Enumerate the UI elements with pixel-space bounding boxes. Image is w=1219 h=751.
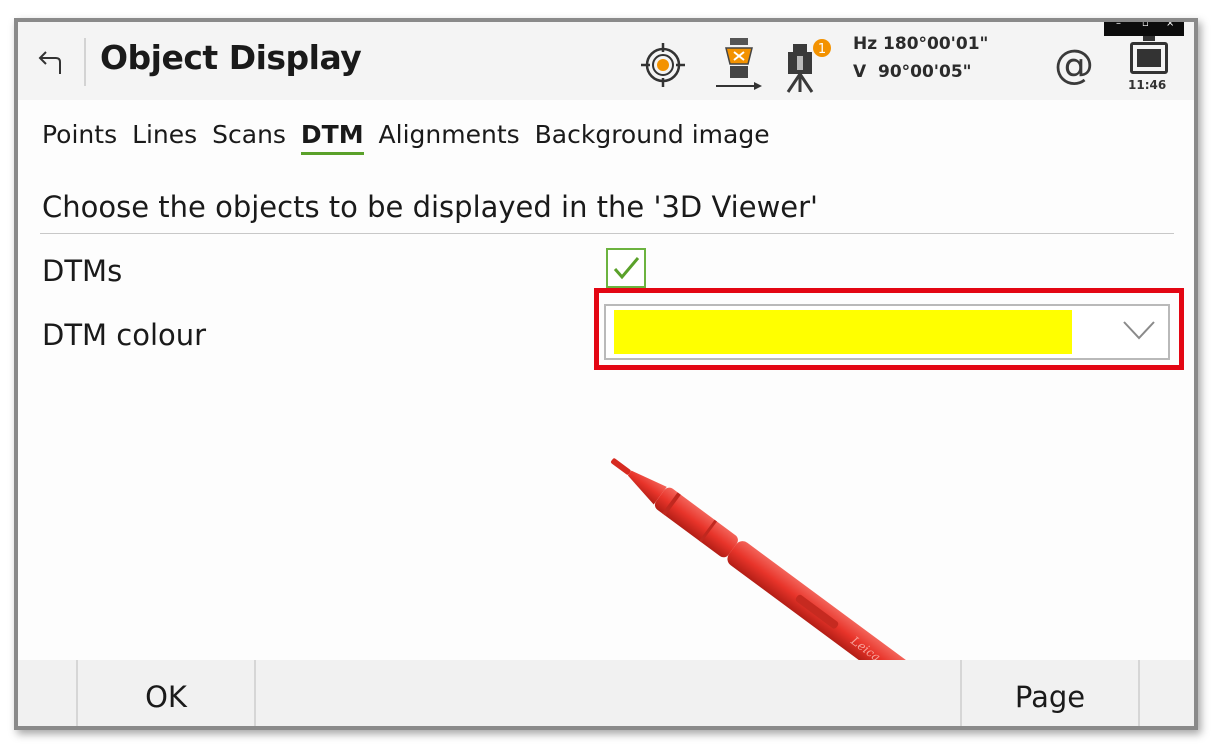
tab-dtm[interactable]: DTM (300, 120, 364, 155)
tab-lines[interactable]: Lines (132, 120, 197, 149)
minimize-icon[interactable]: – (1116, 22, 1121, 29)
dtm-colour-label: DTM colour (42, 318, 207, 352)
divider (40, 233, 1174, 234)
restore-icon[interactable]: ▫ (1142, 22, 1149, 29)
v-angle-readout: V 90°00'05" (853, 62, 972, 82)
dtms-checkbox[interactable] (606, 248, 646, 288)
checkmark-icon (613, 257, 640, 280)
softkey-bar: OK Page (18, 660, 1194, 726)
notification-badge-count: 1 (818, 42, 826, 57)
tab-scans[interactable]: Scans (212, 120, 286, 149)
close-icon[interactable]: × (1166, 22, 1174, 29)
page-button[interactable]: Page (960, 660, 1140, 726)
ok-button[interactable]: OK (76, 660, 256, 726)
chevron-down-icon[interactable] (1122, 318, 1156, 342)
colour-swatch (614, 310, 1072, 354)
tab-background-image[interactable]: Background image (535, 120, 770, 149)
tab-alignments[interactable]: Alignments (379, 120, 520, 149)
back-arrow-icon[interactable] (36, 46, 66, 76)
page-title: Object Display (100, 38, 362, 77)
prism-icon[interactable] (708, 34, 764, 94)
instruction-text: Choose the objects to be displayed in th… (42, 190, 819, 224)
title-separator (84, 38, 86, 86)
clock: 11:46 (1128, 78, 1167, 92)
hz-angle-readout: Hz 180°00'01" (853, 34, 989, 54)
instrument-icon[interactable]: 1 (778, 36, 834, 94)
tab-points[interactable]: Points (42, 120, 117, 149)
battery-icon (1130, 36, 1168, 74)
title-bar: Object Display 1 Hz 180°00'01" V 90°00'0… (18, 22, 1194, 100)
target-icon[interactable] (640, 42, 686, 88)
dtms-label: DTMs (42, 254, 123, 288)
dtm-colour-select[interactable] (604, 304, 1170, 360)
tab-bar: Points Lines Scans DTM Alignments Backgr… (42, 120, 777, 160)
app-window: Object Display 1 Hz 180°00'01" V 90°00'0… (14, 18, 1198, 730)
at-icon[interactable]: @ (1054, 42, 1094, 88)
window-controls: – ▫ × (1104, 22, 1184, 36)
